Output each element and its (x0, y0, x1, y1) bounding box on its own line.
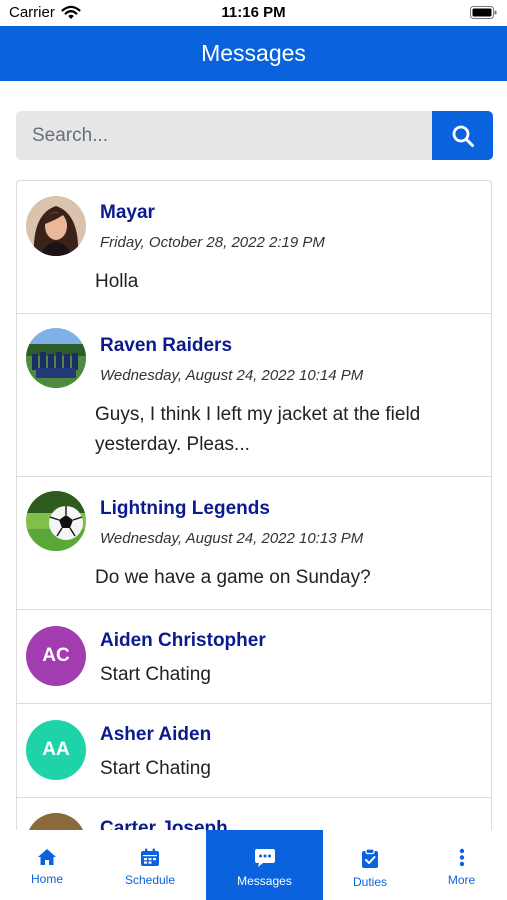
conversation-date: Friday, October 28, 2022 2:19 PM (100, 234, 325, 251)
conversation-name: Lightning Legends (100, 498, 270, 519)
conversation-item[interactable]: AA Asher Aiden Start Chating (17, 704, 491, 798)
conversation-item[interactable]: Lightning Legends Wednesday, August 24, … (17, 477, 491, 610)
status-time: 11:16 PM (221, 4, 286, 21)
tab-home[interactable]: Home (0, 830, 94, 900)
avatar: AA (26, 720, 86, 780)
avatar (26, 196, 86, 256)
tab-label: Home (30, 872, 63, 886)
conversation-preview: Holla (95, 271, 139, 292)
home-icon (38, 849, 56, 865)
more-vertical-icon (459, 848, 464, 867)
chat-icon (254, 849, 275, 867)
conversation-name: Carter Joseph (100, 818, 228, 830)
tab-label: More (447, 873, 476, 887)
conversation-preview: Do we have a game on Sunday? (95, 567, 371, 588)
tab-more[interactable]: More (416, 830, 507, 900)
tab-bar: Home Schedule Messages Duties More (0, 830, 507, 900)
tab-messages[interactable]: Messages (206, 830, 323, 900)
search-bar (16, 111, 493, 160)
avatar (26, 813, 86, 830)
app-header: Messages (0, 26, 507, 81)
conversation-subtitle: Start Chating (100, 758, 211, 779)
tab-label: Duties (352, 875, 387, 889)
conversation-preview: Guys, I think I left my jacket at the fi… (95, 404, 421, 455)
search-icon (452, 125, 474, 147)
conversation-date: Wednesday, August 24, 2022 10:14 PM (100, 367, 364, 384)
tab-label: Schedule (124, 873, 176, 887)
tab-label: Messages (237, 874, 292, 888)
conversation-item[interactable]: Mayar Friday, October 28, 2022 2:19 PM H… (17, 181, 491, 314)
conversation-item[interactable]: Carter Joseph (17, 798, 491, 830)
calendar-icon (141, 848, 159, 866)
page-title: Messages (201, 40, 306, 66)
conversation-name: Raven Raiders (100, 335, 233, 356)
conversation-name: Asher Aiden (100, 724, 212, 745)
battery-icon (470, 6, 497, 19)
status-bar: Carrier 11:16 PM (0, 0, 507, 26)
tab-schedule[interactable]: Schedule (103, 830, 197, 900)
search-button[interactable] (432, 111, 493, 160)
avatar (26, 328, 86, 388)
search-input[interactable] (16, 111, 432, 160)
conversation-name: Aiden Christopher (100, 630, 266, 651)
clipboard-icon (362, 848, 378, 868)
avatar (26, 491, 86, 551)
avatar: AC (26, 626, 86, 686)
tab-duties[interactable]: Duties (323, 830, 417, 900)
conversation-name: Mayar (100, 202, 155, 223)
conversation-list: Mayar Friday, October 28, 2022 2:19 PM H… (16, 180, 492, 830)
conversation-subtitle: Start Chating (100, 664, 211, 685)
conversation-date: Wednesday, August 24, 2022 10:13 PM (100, 530, 364, 547)
conversation-item[interactable]: Raven Raiders Wednesday, August 24, 2022… (17, 314, 491, 477)
conversation-item[interactable]: AC Aiden Christopher Start Chating (17, 610, 491, 704)
